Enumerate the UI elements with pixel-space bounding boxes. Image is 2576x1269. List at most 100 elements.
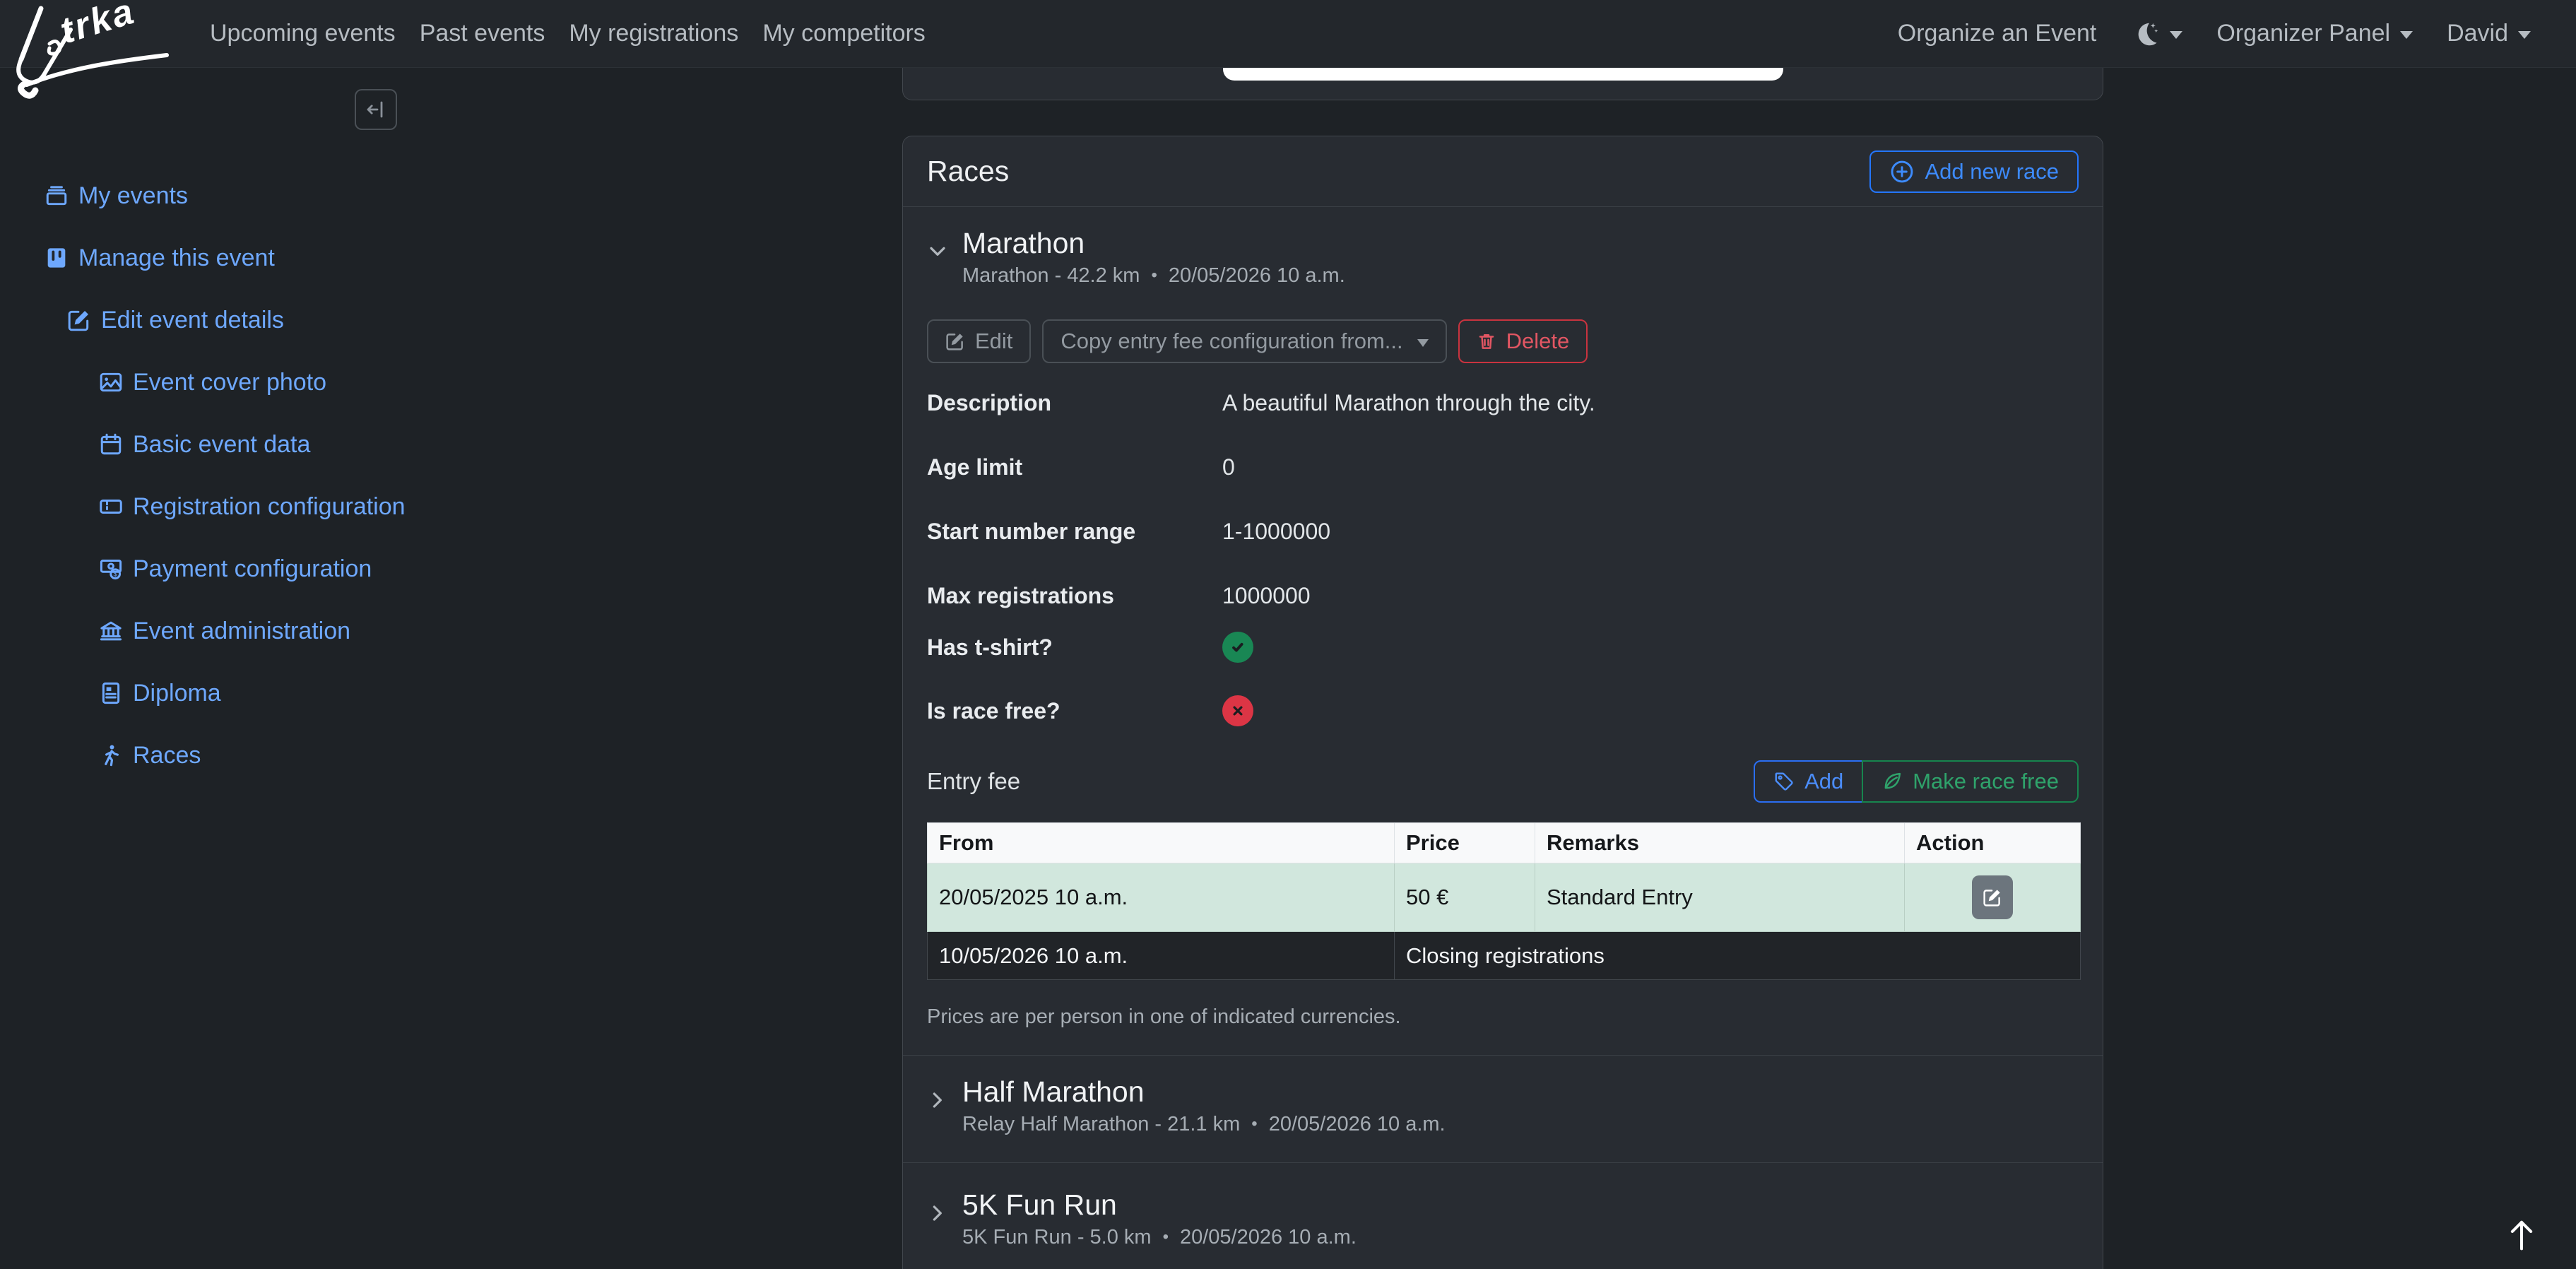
race-title: 5K Fun Run <box>962 1188 1117 1221</box>
race-meta: Marathon - 42.2 km • 20/05/2026 10 a.m. <box>962 263 1345 288</box>
detail-value: 1000000 <box>1222 583 1311 608</box>
race-distance: Marathon - 42.2 km <box>962 264 1140 287</box>
col-header-action: Action <box>1904 822 2081 863</box>
detail-value: 1-1000000 <box>1222 519 1331 544</box>
entry-fee-label: Entry fee <box>927 768 1021 794</box>
pencil-square-icon <box>946 334 963 350</box>
organizer-panel-label: Organizer Panel <box>2216 20 2391 47</box>
add-new-race-button[interactable]: Add new race <box>1869 150 2079 193</box>
detail-row-description: Description A beautiful Marathon through… <box>927 389 2079 417</box>
add-entry-fee-button[interactable]: Add <box>1754 760 1864 803</box>
chevron-down-icon <box>2170 31 2183 39</box>
plus-circle-icon <box>1891 160 1913 182</box>
sidebar-item-event-administration[interactable]: Event administration <box>0 600 887 662</box>
sidebar-item-label: My events <box>78 182 188 209</box>
detail-value: 0 <box>1222 454 1235 480</box>
sidebar-item-diploma[interactable]: Diploma <box>0 662 887 724</box>
sidebar-item-registration-configuration[interactable]: Registration configuration <box>0 476 887 538</box>
sidebar-item-label: Races <box>133 741 201 769</box>
sidebar-item-label: Edit event details <box>101 306 284 334</box>
fee-remarks: Standard Entry <box>1535 863 1905 932</box>
fee-price: 50 € <box>1394 863 1535 932</box>
sidebar-collapse-button[interactable] <box>355 89 397 130</box>
fee-from: 20/05/2025 10 a.m. <box>927 863 1395 932</box>
pencil-square-icon <box>68 310 89 331</box>
pencil-square-icon <box>1983 890 2000 907</box>
edit-fee-button[interactable] <box>1972 875 2013 919</box>
organizer-panel-dropdown[interactable]: Organizer Panel <box>2199 20 2430 47</box>
nav-past-events[interactable]: Past events <box>408 20 557 47</box>
race-title: Marathon <box>962 227 1085 259</box>
meta-separator: • <box>1251 1114 1258 1133</box>
collection-icon <box>46 186 67 206</box>
ticket-icon <box>100 500 122 514</box>
sidebar-item-label: Event administration <box>133 617 351 644</box>
detail-label: Start number range <box>927 519 1136 544</box>
main-content: Races Add new race Marathon Marathon - 4… <box>902 68 2103 1269</box>
sidebar-item-edit-event-details[interactable]: Edit event details <box>0 289 887 351</box>
closing-from: 10/05/2026 10 a.m. <box>927 931 1395 980</box>
sidebar-item-label: Event cover photo <box>133 368 327 396</box>
race-datetime: 20/05/2026 10 a.m. <box>1168 264 1345 287</box>
edit-race-button[interactable]: Edit <box>927 319 1032 363</box>
race-section-half-marathon: Half Marathon Relay Half Marathon - 21.1… <box>903 1055 2103 1162</box>
flag-row-is-race-free: Is race free? <box>927 695 2079 726</box>
white-pill-control <box>1223 68 1783 81</box>
table-row-closing-registrations: 10/05/2026 10 a.m. Closing registrations <box>927 931 2081 980</box>
flag-row-has-tshirt: Has t-shirt? <box>927 632 2079 663</box>
copy-entry-fee-dropdown[interactable]: Copy entry fee configuration from... <box>1042 319 1447 363</box>
detail-label: Description <box>927 390 1052 415</box>
chevron-right-icon[interactable] <box>927 1203 948 1224</box>
nav-my-competitors[interactable]: My competitors <box>750 20 938 47</box>
brand-logo[interactable]: trka <box>6 0 182 106</box>
sidebar: My events Manage this event Edit event d… <box>0 68 887 1269</box>
sidebar-item-my-events[interactable]: My events <box>0 165 887 227</box>
detail-label: Max registrations <box>927 583 1114 608</box>
sidebar-item-manage-this-event[interactable]: Manage this event <box>0 227 887 289</box>
sidebar-item-payment-configuration[interactable]: $ Payment configuration <box>0 538 887 600</box>
meta-separator: • <box>1151 266 1157 285</box>
nav-my-registrations[interactable]: My registrations <box>557 20 750 47</box>
main-nav: Upcoming events Past events My registrat… <box>198 20 938 47</box>
race-section-marathon: Marathon Marathon - 42.2 km • 20/05/2026… <box>903 207 2103 1055</box>
user-menu-dropdown[interactable]: David <box>2430 20 2548 47</box>
race-distance: Relay Half Marathon - 21.1 km <box>962 1113 1241 1135</box>
add-new-race-label: Add new race <box>1925 158 2059 184</box>
chevron-down-icon[interactable] <box>927 241 948 262</box>
sidebar-item-races[interactable]: Races <box>0 724 887 786</box>
leaf-icon <box>1884 772 1901 789</box>
moon-stars-icon <box>2139 23 2158 45</box>
race-datetime: 20/05/2026 10 a.m. <box>1179 1226 1357 1249</box>
detail-row-start-number-range: Start number range 1-1000000 <box>927 517 2079 545</box>
nav-upcoming-events[interactable]: Upcoming events <box>198 20 408 47</box>
chevron-down-icon <box>2400 31 2413 39</box>
nav-organize-event[interactable]: Organize an Event <box>1881 20 2114 47</box>
arrow-up-icon <box>2510 1220 2533 1251</box>
sidebar-item-event-cover-photo[interactable]: Event cover photo <box>0 351 887 413</box>
col-header-remarks: Remarks <box>1535 822 1905 863</box>
make-race-free-button[interactable]: Make race free <box>1862 760 2079 803</box>
scroll-to-top-button[interactable] <box>2504 1215 2539 1256</box>
table-row-standard-entry: 20/05/2025 10 a.m. 50 € Standard Entry <box>927 863 2081 932</box>
delete-race-button[interactable]: Delete <box>1458 319 1588 363</box>
races-card-header: Races Add new race <box>903 136 2103 207</box>
theme-dropdown[interactable] <box>2113 19 2199 49</box>
race-section-5k-fun-run: 5K Fun Run 5K Fun Run - 5.0 km • 20/05/2… <box>903 1162 2103 1269</box>
brand-text: trka <box>56 0 141 52</box>
race-meta: 5K Fun Run - 5.0 km • 20/05/2026 10 a.m. <box>962 1224 1357 1250</box>
race-meta: Relay Half Marathon - 21.1 km • 20/05/20… <box>962 1111 1446 1137</box>
chevron-right-icon[interactable] <box>927 1090 948 1111</box>
kanban-icon <box>47 248 66 268</box>
chevron-down-icon <box>1417 338 1429 347</box>
detail-row-age-limit: Age limit 0 <box>927 453 2079 481</box>
col-header-price: Price <box>1394 822 1535 863</box>
check-circle-icon <box>1222 632 1253 663</box>
sidebar-item-basic-event-data[interactable]: Basic event data <box>0 413 887 476</box>
sidebar-item-label: Payment configuration <box>133 555 372 582</box>
person-walking-icon <box>105 745 119 767</box>
copy-entry-fee-label: Copy entry fee configuration from... <box>1060 329 1403 353</box>
x-circle-icon <box>1222 695 1253 726</box>
col-header-from: From <box>927 822 1395 863</box>
arrow-bar-left-icon <box>367 101 383 118</box>
top-navbar: Upcoming events Past events My registrat… <box>0 0 2576 68</box>
